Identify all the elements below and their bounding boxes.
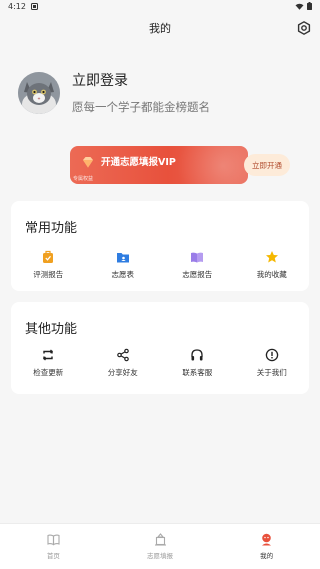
check-update-item[interactable]: 检查更新 — [11, 348, 86, 378]
battery-icon — [307, 2, 312, 10]
vip-open-button[interactable]: 立即开通 — [244, 154, 290, 176]
login-title[interactable]: 立即登录 — [72, 70, 210, 90]
status-left: 4:12 — [8, 2, 38, 11]
contact-service-item[interactable]: 联系客服 — [160, 348, 235, 378]
share-icon — [116, 348, 129, 362]
common-functions-title: 常用功能 — [25, 221, 78, 236]
other-functions-list: 检查更新 分享好友 联系客服 关于我们 — [11, 348, 309, 378]
notification-icon — [30, 2, 38, 10]
other-functions-card: 其他功能 检查更新 分享好友 联系客服 关于我们 — [11, 302, 309, 394]
refresh-icon — [43, 349, 54, 361]
evaluation-report-icon — [43, 250, 54, 263]
share-friends-item[interactable]: 分享好友 — [86, 348, 161, 378]
nav-home[interactable]: 首页 — [0, 524, 107, 569]
home-book-icon — [47, 534, 60, 546]
vip-title: 开通志愿填报VIP — [101, 157, 176, 168]
wifi-icon — [295, 3, 304, 10]
nav-volunteer[interactable]: 志愿填报 — [107, 524, 214, 569]
evaluation-report-label: 评测报告 — [33, 270, 64, 279]
vip-subtitle: 专属权益 — [73, 176, 94, 182]
settings-gear-icon[interactable] — [296, 20, 312, 36]
favorites-item[interactable]: 我的收藏 — [235, 250, 310, 280]
common-functions-list: 评测报告 志愿表 志愿报告 我的收藏 — [11, 250, 309, 280]
cat-avatar-image — [18, 71, 60, 114]
nav-volunteer-label: 志愿填报 — [147, 552, 173, 560]
vip-banner[interactable]: 开通志愿填报VIP 专属权益 立即开通 — [70, 146, 290, 184]
nav-profile[interactable]: 我的 — [213, 524, 320, 569]
avatar[interactable] — [18, 71, 60, 114]
profile-icon — [262, 533, 272, 546]
volunteer-fill-icon — [154, 533, 166, 546]
slogan: 愿每一个学子都能金榜题名 — [72, 100, 210, 114]
contact-service-label: 联系客服 — [182, 368, 213, 377]
about-us-label: 关于我们 — [256, 368, 287, 377]
page-title: 我的 — [149, 22, 171, 35]
favorites-star-icon — [265, 251, 278, 263]
application-report-item[interactable]: 志愿报告 — [160, 250, 235, 280]
common-functions-card: 常用功能 评测报告 志愿表 志愿报告 我的收藏 — [11, 201, 309, 291]
status-time: 4:12 — [8, 1, 26, 11]
check-update-label: 检查更新 — [33, 368, 64, 377]
about-us-item[interactable]: 关于我们 — [235, 348, 310, 378]
other-functions-title: 其他功能 — [25, 322, 78, 337]
bottom-nav: 首页 志愿填报 我的 — [0, 523, 320, 569]
evaluation-report-item[interactable]: 评测报告 — [11, 250, 86, 280]
nav-profile-label: 我的 — [260, 552, 274, 560]
application-form-icon — [116, 253, 129, 263]
title-bar: 我的 — [0, 12, 320, 44]
status-right — [295, 2, 312, 10]
headphones-icon — [191, 349, 203, 361]
vip-card[interactable]: 开通志愿填报VIP 专属权益 — [70, 146, 248, 184]
share-friends-label: 分享好友 — [107, 368, 138, 377]
status-bar: 4:12 — [0, 0, 320, 12]
application-report-icon — [191, 252, 204, 263]
profile-section[interactable]: 立即登录 愿每一个学子都能金榜题名 — [18, 70, 210, 115]
favorites-label: 我的收藏 — [256, 270, 287, 279]
diamond-icon — [83, 157, 93, 168]
application-form-label: 志愿表 — [111, 270, 135, 279]
profile-text: 立即登录 愿每一个学子都能金榜题名 — [72, 70, 210, 115]
application-report-label: 志愿报告 — [182, 270, 213, 279]
info-icon — [265, 348, 278, 362]
application-form-item[interactable]: 志愿表 — [86, 250, 161, 280]
nav-home-label: 首页 — [46, 552, 60, 560]
